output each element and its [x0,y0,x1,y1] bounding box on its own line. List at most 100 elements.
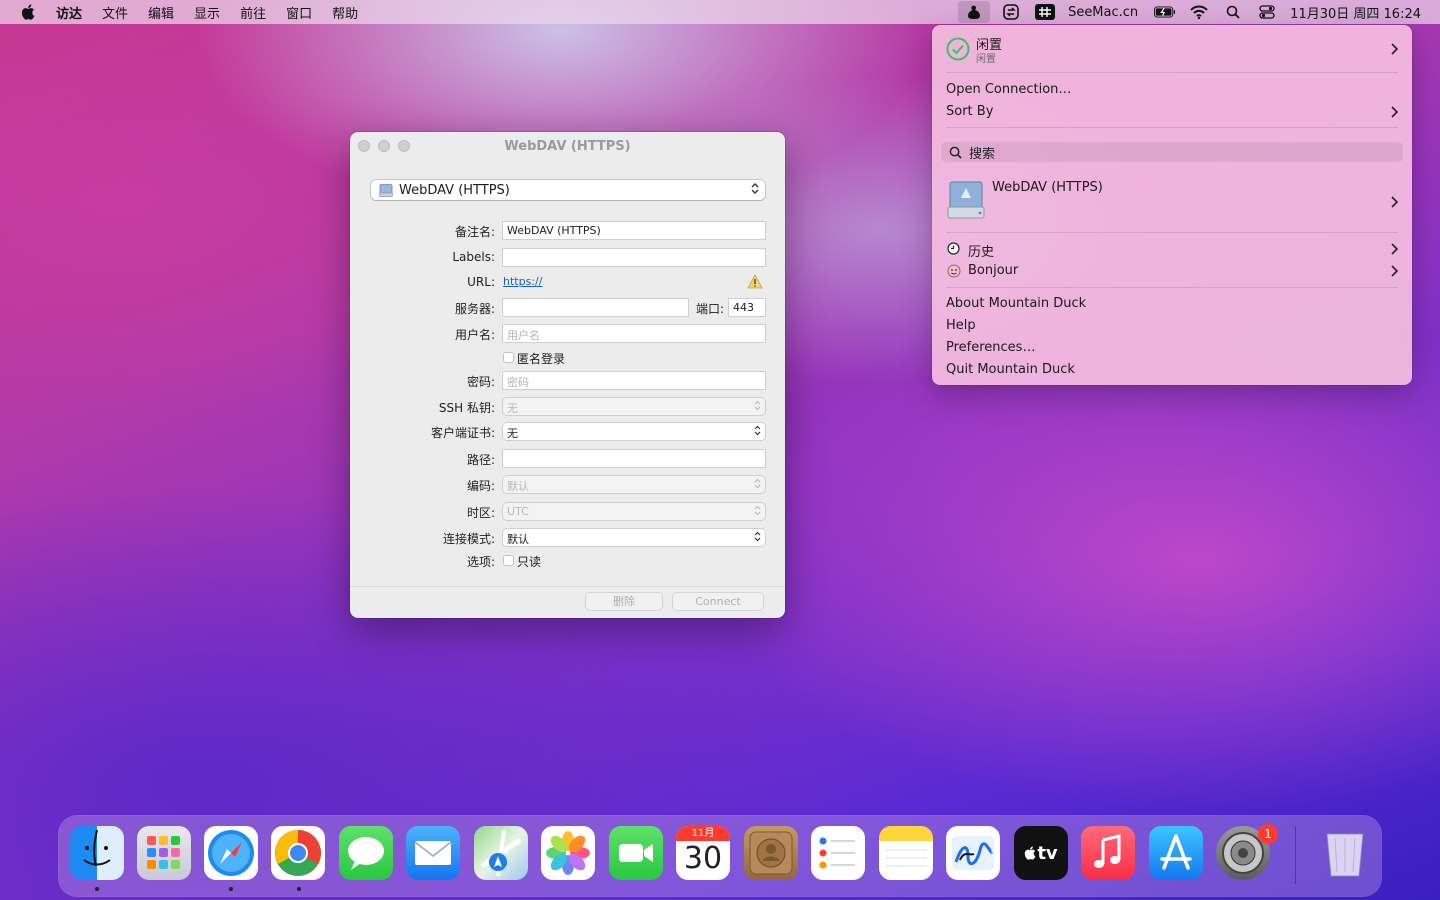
control-center-icon[interactable] [1256,3,1278,21]
menu-help[interactable]: 帮助 [332,3,358,22]
sort-by-item[interactable]: Sort By [946,104,993,119]
status-subtitle: 闲置 [976,54,996,65]
anonymous-checkbox[interactable] [503,352,514,363]
facetime-icon[interactable] [609,826,663,880]
check-circle-icon [946,37,970,61]
ssh-key-select[interactable]: 无 [503,398,765,415]
divider [946,287,1398,288]
sync-icon[interactable] [1000,3,1022,21]
chrome-icon[interactable] [271,826,325,880]
clock[interactable]: 11月30日 周四 16:24 [1290,3,1421,22]
labels-field[interactable] [503,249,765,266]
finder-icon[interactable] [70,826,124,880]
warning-icon[interactable] [747,274,763,289]
spotlight-icon[interactable] [1222,3,1244,21]
nickname-field[interactable]: WebDAV (HTTPS) [503,222,765,239]
protocol-value: WebDAV (HTTPS) [399,182,510,198]
quit-item[interactable]: Quit Mountain Duck [946,362,1075,377]
menu-view[interactable]: 显示 [194,3,220,22]
webdav-disk-icon [947,181,985,219]
timezone-row: 时区: UTC [350,503,785,521]
readonly-checkbox[interactable] [503,555,514,566]
nickname-label: 备注名: [454,225,495,239]
client-cert-row: 客户端证书: 无 [350,423,785,441]
history-item[interactable]: 历史 [968,241,994,260]
contacts-icon[interactable] [744,826,798,880]
encoding-select[interactable]: 默认 [503,476,765,493]
app-store-icon[interactable] [1149,826,1203,880]
url-link[interactable]: https:// [503,275,542,288]
maps-icon[interactable] [474,826,528,880]
url-row: URL: https:// [350,274,785,292]
battery-icon[interactable] [1154,3,1176,21]
connect-mode-select[interactable]: 默认 [503,529,765,546]
apple-icon [1025,846,1036,860]
calendar-icon[interactable]: 11月 30 [676,826,730,880]
mail-icon[interactable] [406,826,460,880]
tv-icon[interactable]: tv [1014,826,1068,880]
password-label: 密码: [466,375,495,389]
bookmark-window: WebDAV (HTTPS) WebDAV (HTTPS) 备注名: WebDA… [350,132,785,618]
search-field[interactable]: 搜索 [941,142,1403,162]
protocol-select[interactable]: WebDAV (HTTPS) [371,180,765,200]
readonly-label: 只读 [517,555,542,569]
username-row: 用户名: 用户名 [350,325,785,343]
divider [946,232,1398,233]
username-field[interactable]: 用户名 [503,325,765,342]
connect-button[interactable]: Connect [673,593,763,610]
safari-icon[interactable] [204,826,258,880]
launchpad-icon[interactable] [137,826,191,880]
server-field[interactable] [503,299,688,316]
site-label: SeeMac.cn [1068,4,1139,20]
url-label: URL: [467,275,495,289]
menu-edit[interactable]: 编辑 [148,3,174,22]
client-cert-select[interactable]: 无 [503,423,765,440]
port-field[interactable]: 443 [729,299,765,316]
mountain-duck-icon[interactable] [958,1,991,23]
input-method-icon[interactable] [1034,3,1056,21]
notes-icon[interactable] [879,826,933,880]
nickname-row: 备注名: WebDAV (HTTPS) [350,222,785,240]
search-icon [949,146,962,159]
wifi-icon[interactable] [1188,3,1210,21]
preferences-item[interactable]: Preferences… [946,340,1035,355]
timezone-select[interactable]: UTC [503,503,765,520]
divider [946,127,1398,128]
password-field[interactable]: 密码 [503,372,765,389]
bonjour-item[interactable]: Bonjour [968,263,1018,278]
clock-icon [947,242,960,255]
disk-icon [379,183,393,197]
help-item[interactable]: Help [946,318,976,333]
photos-icon[interactable] [541,826,595,880]
password-row: 密码: 密码 [350,372,785,390]
server-row: 服务器: 端口: 443 [350,299,785,317]
title-bar[interactable]: WebDAV (HTTPS) [350,132,785,160]
about-item[interactable]: About Mountain Duck [946,296,1086,311]
labels-label: Labels: [452,250,495,264]
freeform-icon[interactable] [946,826,1000,880]
encoding-row: 编码: 默认 [350,476,785,494]
menu-file[interactable]: 文件 [102,3,128,22]
menu-go[interactable]: 前往 [240,3,266,22]
messages-icon[interactable] [339,826,393,880]
open-connection-item[interactable]: Open Connection… [946,82,1071,97]
path-field[interactable] [503,450,765,467]
menu-bar: 访达 文件 编辑 显示 前往 窗口 帮助 SeeMac.cn 11月30日 周四… [0,0,1440,24]
menu-app-name[interactable]: 访达 [56,3,82,22]
music-icon[interactable] [1081,826,1135,880]
path-row: 路径: [350,450,785,468]
delete-button[interactable]: 删除 [586,593,662,610]
ssh-key-value: 无 [507,402,518,415]
timezone-value: UTC [507,505,529,518]
connect-mode-label: 连接模式: [442,532,495,546]
reminders-icon[interactable] [811,826,865,880]
encoding-value: 默认 [507,480,529,493]
bookmark-item[interactable]: WebDAV (HTTPS) [992,180,1103,195]
divider [350,586,785,587]
client-cert-value: 无 [507,427,518,440]
menu-window[interactable]: 窗口 [286,3,312,22]
trash-icon[interactable] [1318,826,1372,880]
connect-mode-row: 连接模式: 默认 [350,529,785,547]
chevron-right-icon [1391,196,1398,208]
apple-icon[interactable] [20,4,36,20]
